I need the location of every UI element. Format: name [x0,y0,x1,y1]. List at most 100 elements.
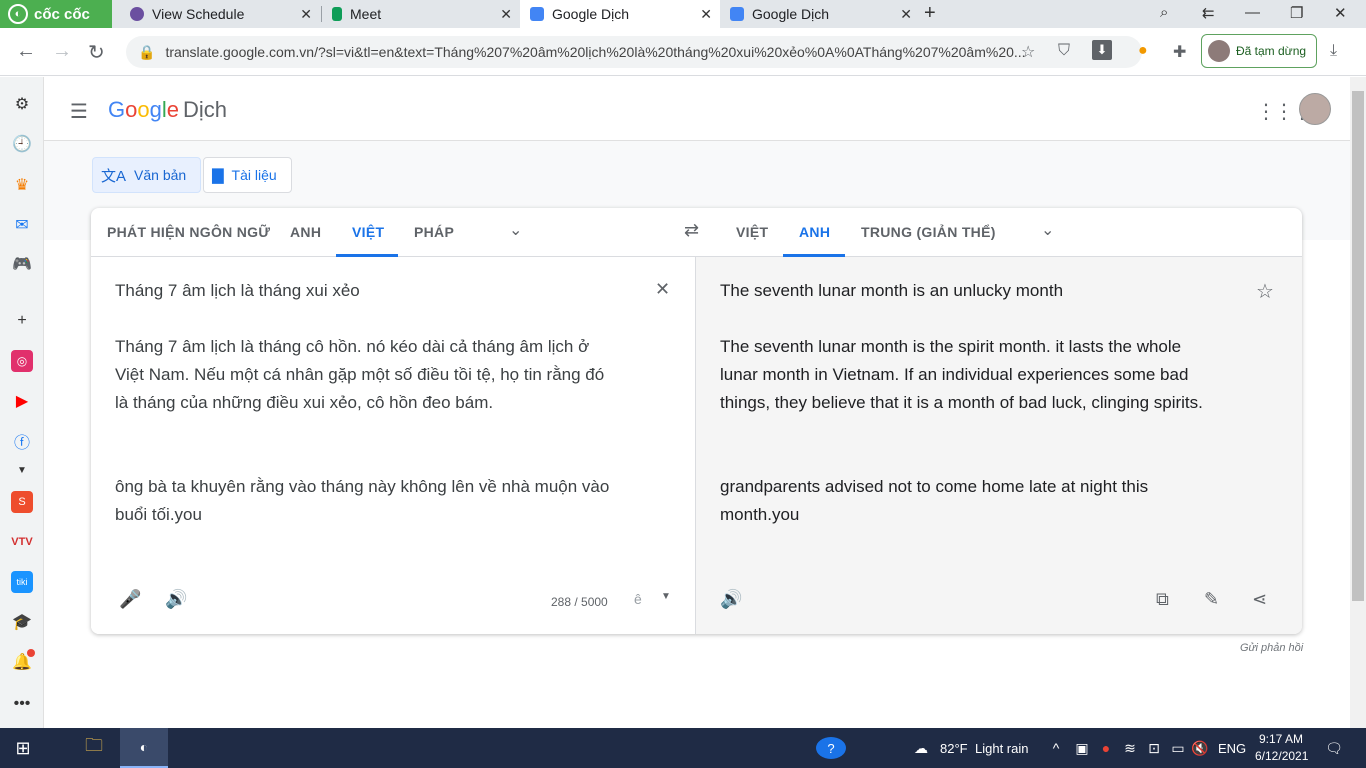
restore-icon[interactable]: ❐ [1290,4,1303,22]
tab-view-schedule[interactable]: View Schedule ✕ [120,0,320,28]
text-mode-button[interactable]: 文A Văn bản [92,157,202,193]
meet-now-icon[interactable]: ▣ [1072,728,1092,768]
clock-date[interactable]: 6/12/2021 [1255,749,1308,763]
close-window-icon[interactable]: ✕ [1334,4,1347,22]
tab-title: Google Dịch [552,6,630,22]
target-more-langs-chevron-icon[interactable]: ⌄ [1041,220,1054,240]
new-tab-plus-icon[interactable]: + [924,2,936,25]
tab-google-dich[interactable]: Google Dịch ✕ [720,0,920,28]
tab-meet[interactable]: Meet ✕ [322,0,520,28]
history-icon[interactable]: 🕘 [11,133,33,155]
chevron-down-icon[interactable]: ▼ [11,459,33,481]
swap-languages-icon[interactable]: ⇄ [684,220,699,241]
browser-menu-button[interactable]: ◐ cốc cốc [0,0,112,28]
share-icon[interactable]: ⋖ [1252,589,1267,610]
target-lang-vietnamese[interactable]: VIỆT [736,224,768,240]
close-icon[interactable]: ✕ [900,6,912,23]
source-lang-english[interactable]: ANH [290,224,321,240]
target-line: The seventh lunar month is the spirit mo… [720,337,1182,356]
profile-status-label: Đã tạm dừng [1236,44,1307,58]
save-translation-star-icon[interactable]: ☆ [1256,279,1274,304]
youtube-icon[interactable]: ▶ [11,390,33,412]
downloads-tray-icon[interactable]: ⤓ [1330,42,1337,60]
action-center-icon[interactable]: 🗨 [1320,728,1348,768]
vtv-icon[interactable]: VTV [11,531,33,553]
translate-page: ☰ Google Dịch ⋮⋮⋮ 文A Văn bản ▇ Tài liệu P… [44,77,1350,728]
battery-icon[interactable]: ▭ [1168,728,1188,768]
minimize-icon[interactable]: — [1245,4,1260,21]
source-text-area[interactable]: Tháng 7 âm lịch là tháng xui xẻo Tháng 7… [91,257,696,634]
source-line: buổi tối.you [115,505,202,524]
source-listen-speaker-icon[interactable]: 🔊 [165,589,187,610]
show-hidden-icons-chevron-icon[interactable]: ^ [1046,728,1066,768]
main-menu-icon[interactable]: ☰ [70,99,88,124]
tiki-icon[interactable]: tiki [11,571,33,593]
source-line: Việt Nam. Nếu một cá nhân gặp một số điề… [115,365,605,384]
help-question-icon[interactable]: ? [816,737,846,759]
antivirus-status-icon[interactable]: ● [1096,728,1116,768]
target-listen-speaker-icon[interactable]: 🔊 [720,589,742,610]
back-history-icon[interactable]: ⇇ [1202,4,1215,22]
bookmark-star-icon[interactable]: ☆ [1021,42,1035,62]
input-tools-dropdown-icon[interactable]: ▼ [661,591,671,602]
close-icon[interactable]: ✕ [500,6,512,23]
extensions-puzzle-icon[interactable]: ✚ [1173,42,1186,62]
coccoc-taskbar-icon[interactable]: ◐ [120,728,168,768]
file-explorer-icon[interactable]: 🗀 [74,728,114,768]
send-feedback-link[interactable]: Gửi phản hồi [1240,642,1303,654]
user-avatar[interactable] [1299,93,1331,125]
edit-pencil-icon[interactable]: ✎ [1204,589,1219,610]
notification-bell-icon[interactable]: 🔔 [11,649,35,673]
clear-text-close-icon[interactable]: ✕ [655,279,670,300]
tab-strip: ◐ cốc cốc View Schedule ✕ Meet ✕ Google … [0,0,1366,28]
mode-label: Tài liệu [231,167,277,183]
alert-extension-icon[interactable]: ● [1138,42,1148,60]
target-lang-chinese-simplified[interactable]: TRUNG (GIẢN THỂ) [861,224,996,240]
address-bar[interactable]: 🔒 translate.google.com.vn/?sl=vi&tl=en&t… [126,36,1142,68]
crown-icon[interactable]: ♛ [11,174,33,196]
settings-gear-icon[interactable]: ⚙ [11,93,33,115]
windows-taskbar: ⊞ 🗀 ◐ ? ☁ 82°F Light rain ^ ▣ ● ≋ ⊡ ▭ 🔇 … [0,728,1366,768]
scrollbar-thumb[interactable] [1352,91,1364,601]
close-icon[interactable]: ✕ [300,6,312,23]
volume-muted-icon[interactable]: 🔇 [1190,728,1210,768]
close-icon[interactable]: ✕ [700,6,712,23]
source-more-langs-chevron-icon[interactable]: ⌄ [509,220,522,240]
add-app-icon[interactable]: + [11,310,33,332]
forward-arrow-icon[interactable]: → [52,40,72,63]
messenger-icon[interactable]: ✉ [11,214,33,236]
profile-paused-button[interactable]: Đã tạm dừng [1201,34,1317,68]
character-count: 288 / 5000 [551,595,608,609]
document-mode-button[interactable]: ▇ Tài liệu [203,157,292,193]
back-arrow-icon[interactable]: ← [16,40,36,63]
instagram-icon[interactable]: ◎ [11,350,33,372]
windows-start-icon[interactable]: ⊞ [0,728,46,768]
shopee-icon[interactable]: S [11,491,33,513]
logo-letter: g [149,97,162,122]
page-scrollbar[interactable] [1350,77,1366,728]
download-icon[interactable]: ⬇ [1092,40,1112,60]
facebook-icon[interactable]: ⓕ [11,430,33,452]
input-language[interactable]: ENG [1218,741,1246,756]
clock-time[interactable]: 9:17 AM [1259,732,1303,746]
input-tools-icon[interactable]: ê [634,591,642,607]
source-lang-vietnamese[interactable]: VIỆT [352,224,384,240]
graduation-cap-icon[interactable]: 🎓 [11,611,33,633]
input-indicator-icon[interactable]: ⊡ [1144,728,1164,768]
target-lang-english[interactable]: ANH [799,224,830,240]
source-lang-french[interactable]: PHÁP [414,224,454,240]
tab-title: Google Dịch [752,6,830,22]
copy-icon[interactable]: ⧉ [1156,589,1169,610]
source-lang-detect[interactable]: PHÁT HIỆN NGÔN NGỮ [107,224,270,240]
tab-search-icon[interactable]: ⌕ [1160,4,1168,21]
microphone-icon[interactable]: 🎤 [119,589,141,610]
game-controller-icon[interactable]: 🎮 [11,253,33,275]
logo-letter: o [137,97,150,122]
wifi-icon[interactable]: ≋ [1120,728,1140,768]
more-dots-icon[interactable]: ••• [11,693,33,715]
logo-letter: G [108,97,126,122]
reload-icon[interactable]: ↻ [88,40,105,65]
shield-icon[interactable]: ⛉ [1058,42,1070,60]
google-translate-logo[interactable]: Google Dịch [108,97,227,123]
tab-google-dich-active[interactable]: Google Dịch ✕ [520,0,720,28]
